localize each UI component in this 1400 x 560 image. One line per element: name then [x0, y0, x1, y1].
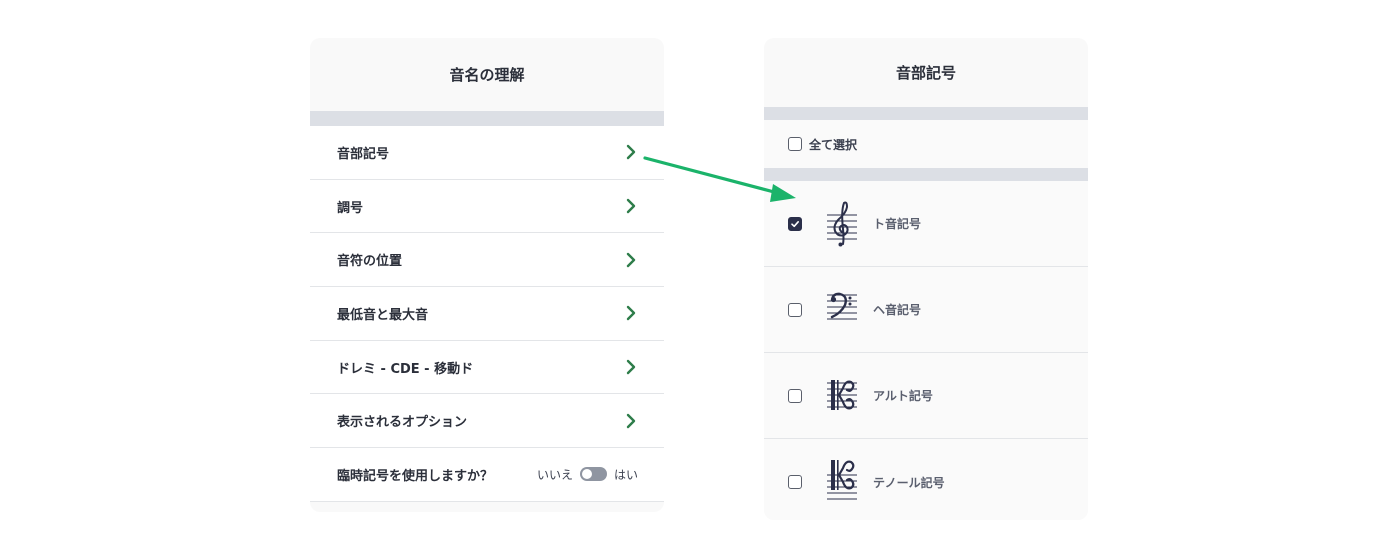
clef-option-tenor[interactable]: テノール記号 [764, 439, 1088, 520]
select-all-row[interactable]: 全て選択 [764, 120, 1088, 168]
panel-title: 音部記号 [895, 64, 956, 82]
clef-label: テノール記号 [873, 475, 945, 490]
menu-item-label: 音符の位置 [337, 254, 403, 270]
accidentals-setting-row: 臨時記号を使用しますか？ いいえ はい [310, 448, 664, 502]
menu-item-display-options[interactable]: 表示されるオプション [310, 394, 664, 449]
menu-item-naming-system[interactable]: ドレミ - CDE - 移動ド [310, 341, 664, 395]
accidentals-toggle[interactable] [579, 467, 607, 482]
menu-item-label: 調号 [337, 200, 364, 216]
accidentals-label: 臨時記号を使用しますか？ [337, 468, 494, 484]
section-divider [310, 111, 664, 126]
select-all-label: 全て選択 [809, 137, 858, 152]
menu-item-key-signatures[interactable]: 調号 [310, 180, 664, 234]
clef-label: アルト記号 [873, 389, 933, 403]
section-divider [764, 168, 1088, 181]
alto-clef-icon [827, 379, 857, 410]
toggle-on-label: はい [613, 467, 638, 482]
treble-clef-icon [827, 201, 857, 246]
chevron-right-icon [626, 252, 636, 267]
section-divider [764, 107, 1088, 120]
toggle-off-label: いいえ [536, 467, 573, 482]
menu-item-label: ドレミ - CDE - 移動ド [337, 361, 474, 377]
bass-clef-checkbox[interactable] [788, 302, 802, 317]
alto-clef-checkbox[interactable] [788, 388, 802, 403]
checkmark-icon [791, 220, 799, 227]
annotation-arrow-icon [643, 156, 796, 202]
chevron-right-icon [626, 145, 636, 160]
clef-selection-panel: 音部記号 全て選択 ト音記号 ヘ音記号 アルト記号 テノール記号 [764, 38, 1088, 520]
menu-item-label: 最低音と最大音 [337, 307, 429, 323]
treble-clef-checkbox[interactable] [788, 216, 802, 231]
tenor-clef-icon [827, 460, 857, 500]
clef-option-alto[interactable]: アルト記号 [764, 353, 1088, 439]
chevron-right-icon [626, 198, 636, 214]
settings-menu: 音部記号 調号 音符の位置 最低音と最大音 ドレミ - CDE - 移動ド 表示… [310, 126, 664, 502]
select-all-checkbox[interactable] [788, 137, 802, 151]
tenor-clef-checkbox[interactable] [788, 475, 802, 489]
clef-option-bass[interactable]: ヘ音記号 [764, 267, 1088, 353]
chevron-right-icon [626, 306, 636, 321]
menu-item-clefs[interactable]: 音部記号 [310, 126, 664, 180]
clef-settings-panel: 音名の理解 音部記号 調号 音符の位置 最低音と最大音 ドレミ - CDE - … [310, 38, 664, 512]
clef-label: ヘ音記号 [873, 303, 922, 317]
chevron-right-icon [626, 413, 636, 428]
clef-option-treble[interactable]: ト音記号 [764, 181, 1088, 267]
menu-item-label: 表示されるオプション [337, 415, 468, 431]
panel-title: 音名の理解 [449, 66, 525, 84]
menu-item-label: 音部記号 [337, 146, 390, 162]
accidentals-toggle-group: いいえ はい [537, 466, 638, 483]
chevron-right-icon [626, 359, 636, 375]
clef-label: ト音記号 [873, 217, 922, 231]
menu-item-note-positions[interactable]: 音符の位置 [310, 233, 664, 288]
menu-item-note-range[interactable]: 最低音と最大音 [310, 287, 664, 341]
bass-clef-icon [827, 292, 857, 319]
